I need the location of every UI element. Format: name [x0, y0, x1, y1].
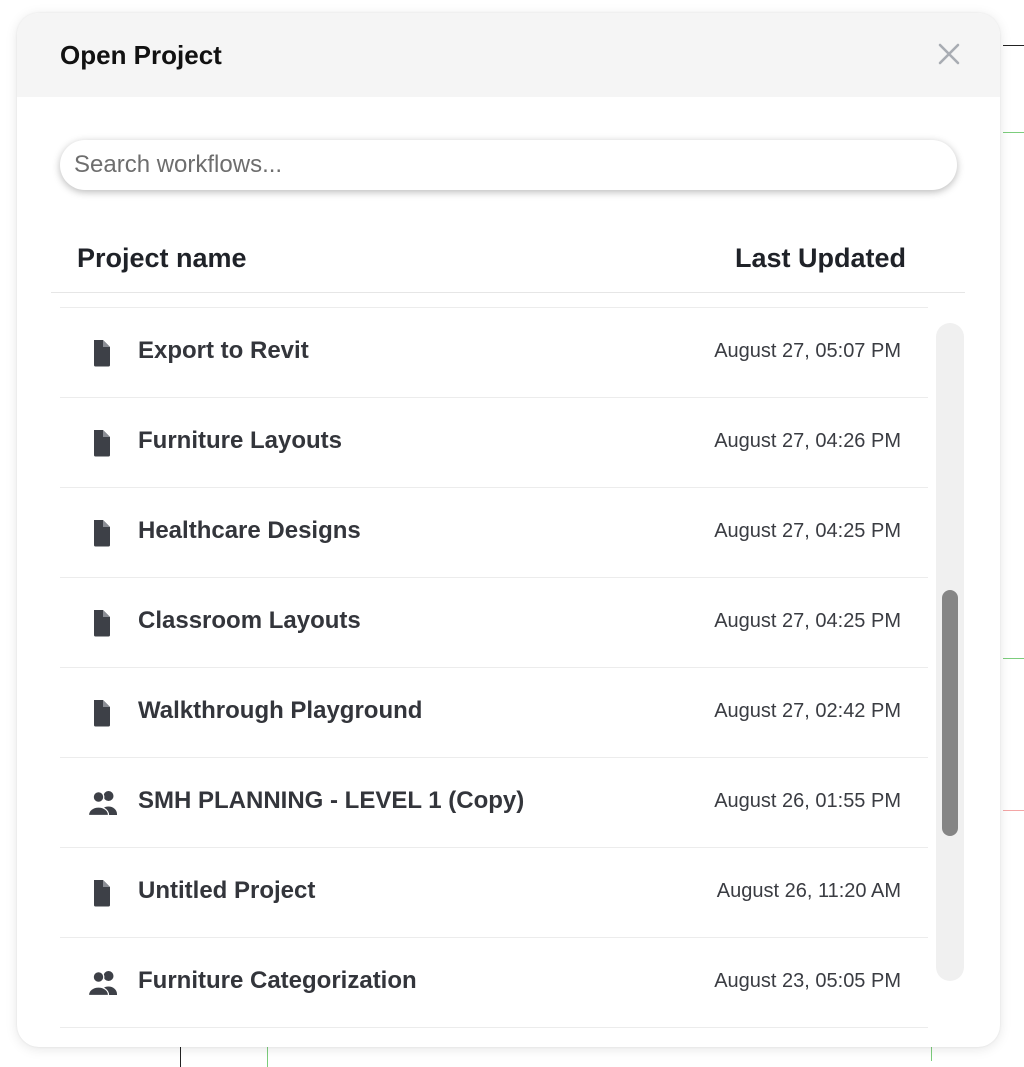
file-icon — [87, 698, 121, 728]
dialog-header: Open Project — [17, 13, 1000, 97]
project-list: Export to Revit August 27, 05:07 PM Furn… — [60, 308, 928, 1047]
header-divider — [51, 292, 965, 293]
backdrop-line — [267, 1047, 268, 1067]
scrollbar-thumb[interactable] — [942, 590, 958, 836]
file-icon — [87, 608, 121, 638]
project-last-updated: August 27, 02:42 PM — [714, 700, 901, 722]
project-row[interactable]: Furniture Layouts August 27, 04:26 PM — [60, 398, 928, 488]
project-name: Classroom Layouts — [138, 607, 361, 634]
search-input[interactable] — [60, 140, 957, 190]
project-name: Healthcare Designs — [138, 517, 361, 544]
file-icon — [87, 428, 121, 458]
project-last-updated: August 23, 05:05 PM — [714, 970, 901, 992]
project-row[interactable]: Classroom Layouts August 27, 04:25 PM — [60, 578, 928, 668]
column-header-last-updated[interactable]: Last Updated — [735, 243, 906, 274]
search-box — [60, 140, 957, 190]
project-last-updated: August 26, 11:20 AM — [716, 880, 901, 902]
project-last-updated: August 27, 05:07 PM — [714, 340, 901, 362]
backdrop-line — [180, 1047, 181, 1067]
project-row[interactable]: Walkthrough Playground August 27, 02:42 … — [60, 668, 928, 758]
file-icon — [87, 518, 121, 548]
scrollbar-track[interactable] — [936, 323, 964, 981]
backdrop-line — [931, 1047, 932, 1061]
backdrop-line — [1003, 45, 1024, 46]
project-row[interactable]: Export to Revit August 27, 05:07 PM — [60, 308, 928, 398]
project-name: SMH PLANNING - LEVEL 1 (Copy) — [138, 787, 525, 814]
users-icon — [87, 968, 121, 998]
open-project-dialog: Open Project Project name Last Updated E… — [17, 13, 1000, 1047]
project-row[interactable]: SMH PLANNING - LEVEL 1 (Copy) August 26,… — [60, 758, 928, 848]
backdrop-line — [1003, 658, 1024, 659]
project-name: Furniture Layouts — [138, 427, 343, 454]
users-icon — [87, 788, 121, 818]
dialog-title: Open Project — [60, 40, 222, 70]
project-row[interactable]: Untitled Project August 26, 11:20 AM — [60, 848, 928, 938]
project-row[interactable]: Furniture Categorization August 23, 05:0… — [60, 938, 928, 1028]
close-button[interactable] — [934, 39, 964, 69]
backdrop-line — [1003, 132, 1024, 133]
close-icon — [938, 43, 960, 65]
project-name: Walkthrough Playground — [138, 697, 423, 724]
file-icon — [87, 338, 121, 368]
project-last-updated: August 27, 04:26 PM — [714, 430, 901, 452]
project-last-updated: August 27, 04:25 PM — [714, 610, 901, 632]
project-name: Untitled Project — [138, 877, 316, 904]
project-row[interactable]: Healthcare Designs August 27, 04:25 PM — [60, 488, 928, 578]
column-header-project-name[interactable]: Project name — [77, 243, 247, 274]
file-icon — [87, 878, 121, 908]
project-name: Export to Revit — [138, 337, 309, 364]
project-last-updated: August 26, 01:55 PM — [714, 790, 901, 812]
project-name: Furniture Categorization — [138, 967, 417, 994]
project-last-updated: August 27, 04:25 PM — [714, 520, 901, 542]
backdrop-line — [1003, 810, 1024, 811]
